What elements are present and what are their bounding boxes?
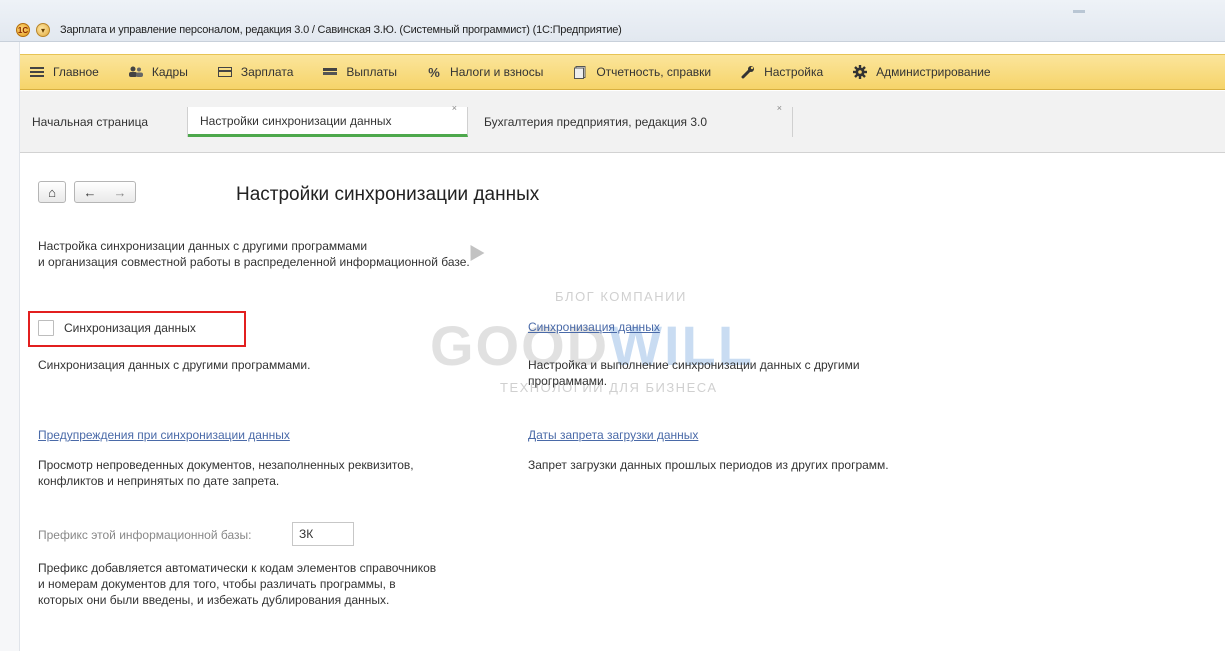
menu-item-label: Главное: [53, 65, 99, 79]
menu-item-settings[interactable]: Настройка: [739, 65, 823, 79]
intro-line-1: Настройка синхронизации данных с другими…: [38, 239, 368, 253]
prefix-desc-1: Префикс добавляется автоматически к кода…: [38, 561, 437, 575]
window-title: Зарплата и управление персоналом, редакц…: [60, 24, 622, 36]
gear-icon: [851, 65, 869, 79]
home-icon: ⌂: [48, 184, 56, 200]
prefix-label: Префикс этой информационной базы:: [38, 528, 252, 542]
menu-item-label: Зарплата: [240, 65, 294, 79]
tab-accounting[interactable]: Бухгалтерия предприятия, редакция 3.0 ×: [468, 103, 793, 137]
sync-description: Синхронизация данных с другими программа…: [38, 358, 311, 372]
page-title: Настройки синхронизации данных: [236, 184, 540, 205]
tab-sync-settings[interactable]: Настройки синхронизации данных ×: [188, 103, 468, 137]
report-icon: [571, 65, 589, 79]
menu-item-label: Настройка: [764, 65, 824, 79]
menu-item-administration[interactable]: Администрирование: [851, 65, 991, 79]
tab-label: Бухгалтерия предприятия, редакция 3.0: [484, 115, 708, 129]
back-arrow-icon[interactable]: ←: [84, 185, 97, 200]
menu-item-reports[interactable]: Отчетность, справки: [571, 65, 711, 79]
chevron-down-icon[interactable]: ▾: [36, 23, 50, 37]
menu-item-label: Отчетность, справки: [596, 65, 712, 79]
open-windows-tabs: Начальная страница Настройки синхронизац…: [20, 91, 1225, 153]
menu-item-salary[interactable]: Зарплата: [216, 65, 294, 79]
menu-item-label: Выплаты: [346, 65, 398, 79]
sync-warnings-link[interactable]: Предупреждения при синхронизации данных: [38, 428, 290, 442]
home-button[interactable]: ⌂: [38, 181, 66, 203]
intro-line-2: и организация совместной работы в распре…: [38, 255, 470, 269]
menu-item-label: Кадры: [151, 65, 188, 79]
prefix-input[interactable]: [292, 522, 354, 546]
sync-checkbox[interactable]: [38, 320, 54, 336]
prefix-desc-3: которых они были введены, и избежать дуб…: [38, 593, 390, 607]
menu-item-payments[interactable]: Выплаты: [321, 65, 397, 79]
warnings-desc-1: Просмотр непроведенных документов, незап…: [38, 458, 414, 472]
forward-arrow-icon[interactable]: →: [114, 185, 127, 200]
1c-logo-icon[interactable]: 1С: [16, 23, 30, 37]
ban-dates-desc: Запрет загрузки данных прошлых периодов …: [528, 458, 889, 472]
close-icon[interactable]: ×: [777, 103, 782, 113]
sync-data-link[interactable]: Синхронизация данных: [528, 320, 660, 334]
tab-home-page[interactable]: Начальная страница: [20, 107, 188, 137]
menu-item-main[interactable]: Главное: [28, 65, 99, 79]
sync-link-desc-2: программами.: [528, 374, 608, 388]
close-icon[interactable]: ×: [452, 103, 457, 113]
main-menu-bar: Главное Кадры Зарплата Выплаты % Налоги …: [20, 54, 1225, 90]
wrench-icon: [739, 65, 757, 79]
watermark-top: БЛОГ КОМПАНИИ: [555, 289, 687, 304]
ban-dates-link[interactable]: Даты запрета загрузки данных: [528, 428, 698, 442]
menu-item-taxes[interactable]: % Налоги и взносы: [425, 64, 544, 80]
menu-item-label: Администрирование: [876, 65, 991, 79]
tab-label: Настройки синхронизации данных: [200, 113, 392, 128]
tab-label: Начальная страница: [32, 115, 149, 129]
history-nav-group: ← →: [74, 181, 136, 203]
title-left: 1С ▾ Зарплата и управление персоналом, р…: [16, 20, 622, 40]
sync-link-desc-1: Настройка и выполнение синхронизации дан…: [528, 358, 860, 372]
menu-item-staff[interactable]: Кадры: [127, 65, 188, 79]
people-icon: [127, 65, 145, 79]
window-titlebar: 1С ▾ Зарплата и управление персоналом, р…: [0, 0, 1225, 42]
window-control-hint: [1073, 10, 1085, 13]
percent-icon: %: [428, 64, 440, 80]
hamburger-icon: [28, 65, 46, 79]
prefix-desc-2: и номерам документов для того, чтобы раз…: [38, 577, 396, 591]
sync-checkbox-label[interactable]: Синхронизация данных: [64, 321, 196, 335]
wallet-icon: [216, 65, 234, 79]
left-frame: [0, 42, 20, 651]
cash-icon: [321, 65, 339, 79]
warnings-desc-2: конфликтов и непринятых по дате запрета.: [38, 474, 280, 488]
menu-item-label: Налоги и взносы: [450, 65, 544, 79]
